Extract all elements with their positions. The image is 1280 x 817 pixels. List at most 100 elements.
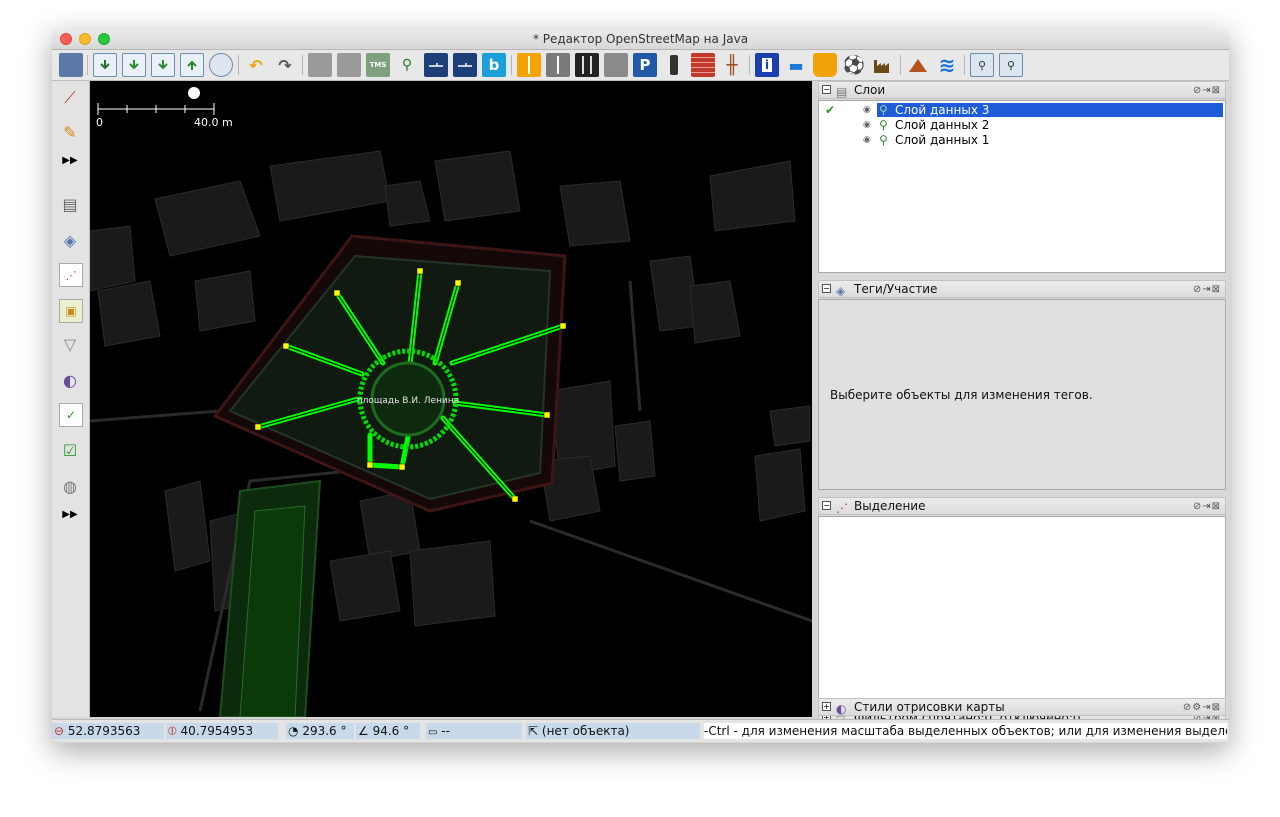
layers-icon[interactable]: ▤	[59, 193, 81, 215]
draw-way-icon[interactable]: ⟋	[59, 87, 81, 109]
toolbar-separator	[964, 55, 965, 75]
maximize-window-button[interactable]	[98, 33, 110, 45]
layers-panel-header[interactable]: − ▤ Слои ⊘⇥⊠	[818, 81, 1226, 99]
layer-name: Слой данных 2	[895, 118, 990, 132]
visibility-eye-icon[interactable]: ◉	[863, 118, 871, 132]
scale-bar: 0 40.0 m	[96, 87, 233, 129]
heading-value: 293.6 °	[302, 724, 347, 738]
road-preset-1-icon[interactable]	[424, 53, 448, 77]
angle-field: ∠ 94.6 °	[356, 723, 420, 739]
toolbar-separator	[749, 55, 750, 75]
layer-row[interactable]: ◉ ⚲ Слой данных 2	[819, 118, 1225, 132]
layer-row[interactable]: ◉ ⚲ Слой данных 1	[819, 133, 1225, 147]
football-icon[interactable]: ⚽	[842, 53, 866, 77]
close-window-button[interactable]	[60, 33, 72, 45]
selection-panel-header[interactable]: − ⋰ Выделение ⊘⇥⊠	[818, 497, 1226, 515]
bing-icon[interactable]: b	[482, 53, 506, 77]
style-icon[interactable]: ◐	[59, 369, 81, 391]
layers-icon: ▤	[836, 85, 848, 99]
todo-icon[interactable]: ☑	[59, 439, 81, 461]
zoom-in-icon[interactable]: ⚲	[970, 53, 994, 77]
validator-icon[interactable]: ✓	[59, 403, 83, 427]
tms-icon[interactable]: TMS	[366, 53, 390, 77]
data-layer-icon: ⚲	[879, 103, 888, 117]
download-along-icon[interactable]	[151, 53, 175, 77]
heading-field: ◔ 293.6 °	[286, 723, 354, 739]
scale-start-label: 0	[96, 116, 103, 129]
scale-label: 40.0 m	[194, 116, 233, 129]
visibility-eye-icon[interactable]: ◉	[863, 133, 871, 147]
download-data-icon[interactable]	[122, 53, 146, 77]
filter-icon[interactable]: ▽	[59, 333, 81, 355]
angle-value: 94.6 °	[372, 724, 410, 738]
collapse-toggle[interactable]: −	[822, 501, 831, 510]
peak-icon[interactable]	[906, 53, 930, 77]
latitude-field: ⊖ 52.8793563	[52, 723, 164, 739]
visibility-eye-icon[interactable]: ◉	[863, 103, 871, 117]
preferences-icon[interactable]	[209, 53, 233, 77]
expand-toggle[interactable]: +	[822, 702, 831, 711]
layers-list: ✔ ◉ ⚲ Слой данных 3 ◉ ⚲ Слой данных 2 ◉ …	[818, 100, 1226, 273]
tool-1-icon[interactable]	[308, 53, 332, 77]
track-icon[interactable]	[575, 53, 599, 77]
hotel-icon[interactable]: ▬	[784, 53, 808, 77]
square-label: площадь В.И. Ленина	[357, 396, 459, 406]
info-icon[interactable]: i	[755, 53, 779, 77]
status-bar: ⊖ 52.8793563 ⦶ 40.7954953 ◔ 293.6 ° ∠ 94…	[52, 719, 1229, 742]
parking-shade-icon[interactable]	[604, 53, 628, 77]
tags-icon[interactable]: ◈	[59, 229, 81, 251]
panel-controls-icon[interactable]: ⊘⇥⊠	[1193, 282, 1221, 298]
panel-controls-icon[interactable]: ⊘⚙⇥⊠	[1183, 700, 1221, 716]
longitude-field: ⦶ 40.7954953	[166, 723, 278, 739]
panel-controls-icon[interactable]: ⊘⇥⊠	[1193, 499, 1221, 515]
collapse-toggle[interactable]: −	[822, 85, 831, 94]
redo-icon[interactable]: ↷	[273, 53, 297, 77]
globe-icon[interactable]: ◍	[59, 475, 81, 497]
map-view[interactable]: площадь В.И. Ленина 0 40.0 m	[90, 81, 812, 717]
wall-icon[interactable]	[691, 53, 715, 77]
undo-icon[interactable]: ↶	[244, 53, 268, 77]
tags-panel-header[interactable]: − ◈ Теги/Участие ⊘⇥⊠	[818, 280, 1226, 298]
tags-panel-body: Выберите объекты для изменения тегов.	[818, 299, 1226, 490]
relation-icon[interactable]: ⋰	[59, 263, 83, 287]
waterway-icon[interactable]: ≋	[935, 53, 959, 77]
shop-icon[interactable]	[813, 53, 837, 77]
selection-list[interactable]	[818, 516, 1226, 707]
layer-selected-bg: ⚲ Слой данных 3	[877, 103, 1223, 117]
open-file-icon[interactable]	[59, 53, 83, 77]
parking-icon[interactable]: P	[633, 53, 657, 77]
right-panel: − ▤ Слои ⊘⇥⊠ ✔ ◉ ⚲ Слой данных 3 ◉ ⚲ Сло…	[816, 81, 1229, 727]
rail-icon[interactable]	[546, 53, 570, 77]
layer-name: Слой данных 1	[895, 133, 990, 147]
styles-panel-header[interactable]: + ◐ Стили отрисовки карты ⊘⚙⇥⊠	[818, 698, 1226, 716]
traffic-light-icon[interactable]	[662, 53, 686, 77]
railway-track-icon[interactable]: ╫	[720, 53, 744, 77]
josm-window: * Редактор OpenStreetMap на Java ↶ ↷ TMS…	[52, 29, 1229, 743]
title-bar: * Редактор OpenStreetMap на Java	[52, 29, 1229, 50]
tags-panel-title: Теги/Участие	[854, 282, 938, 296]
scale-handle[interactable]	[188, 87, 200, 99]
layer-row[interactable]: ✔ ◉ ⚲ Слой данных 3	[819, 103, 1225, 117]
latitude-value: 52.8793563	[67, 724, 141, 738]
map-canvas[interactable]: площадь В.И. Ленина 0 40.0 m	[90, 81, 812, 717]
upload-icon[interactable]	[180, 53, 204, 77]
longitude-value: 40.7954953	[180, 724, 254, 738]
zoom-tool-icon[interactable]: ⚲	[395, 53, 419, 77]
imagery-icon[interactable]: ▣	[59, 299, 83, 323]
toolbar-separator	[511, 55, 512, 75]
main-toolbar: ↶ ↷ TMS ⚲ b P ╫ i ▬ ⚽ ≋ ⚲ ⚲	[52, 50, 1229, 81]
road-preset-2-icon[interactable]	[453, 53, 477, 77]
minimize-window-button[interactable]	[79, 33, 91, 45]
zoom-out-icon[interactable]: ⚲	[999, 53, 1023, 77]
more-tools-icon[interactable]: ▶▶	[59, 149, 81, 171]
more-tools-2-icon[interactable]: ▶▶	[59, 503, 81, 525]
pencil-icon[interactable]: ✎	[59, 121, 81, 143]
street-preset-icon[interactable]	[517, 53, 541, 77]
data-layer-icon: ⚲	[879, 133, 888, 147]
collapse-toggle[interactable]: −	[822, 284, 831, 293]
factory-icon[interactable]	[871, 53, 895, 77]
tool-2-icon[interactable]	[337, 53, 361, 77]
panel-controls-icon[interactable]: ⊘⇥⊠	[1193, 83, 1221, 99]
latitude-icon: ⊖	[54, 724, 65, 738]
download-icon[interactable]	[93, 53, 117, 77]
